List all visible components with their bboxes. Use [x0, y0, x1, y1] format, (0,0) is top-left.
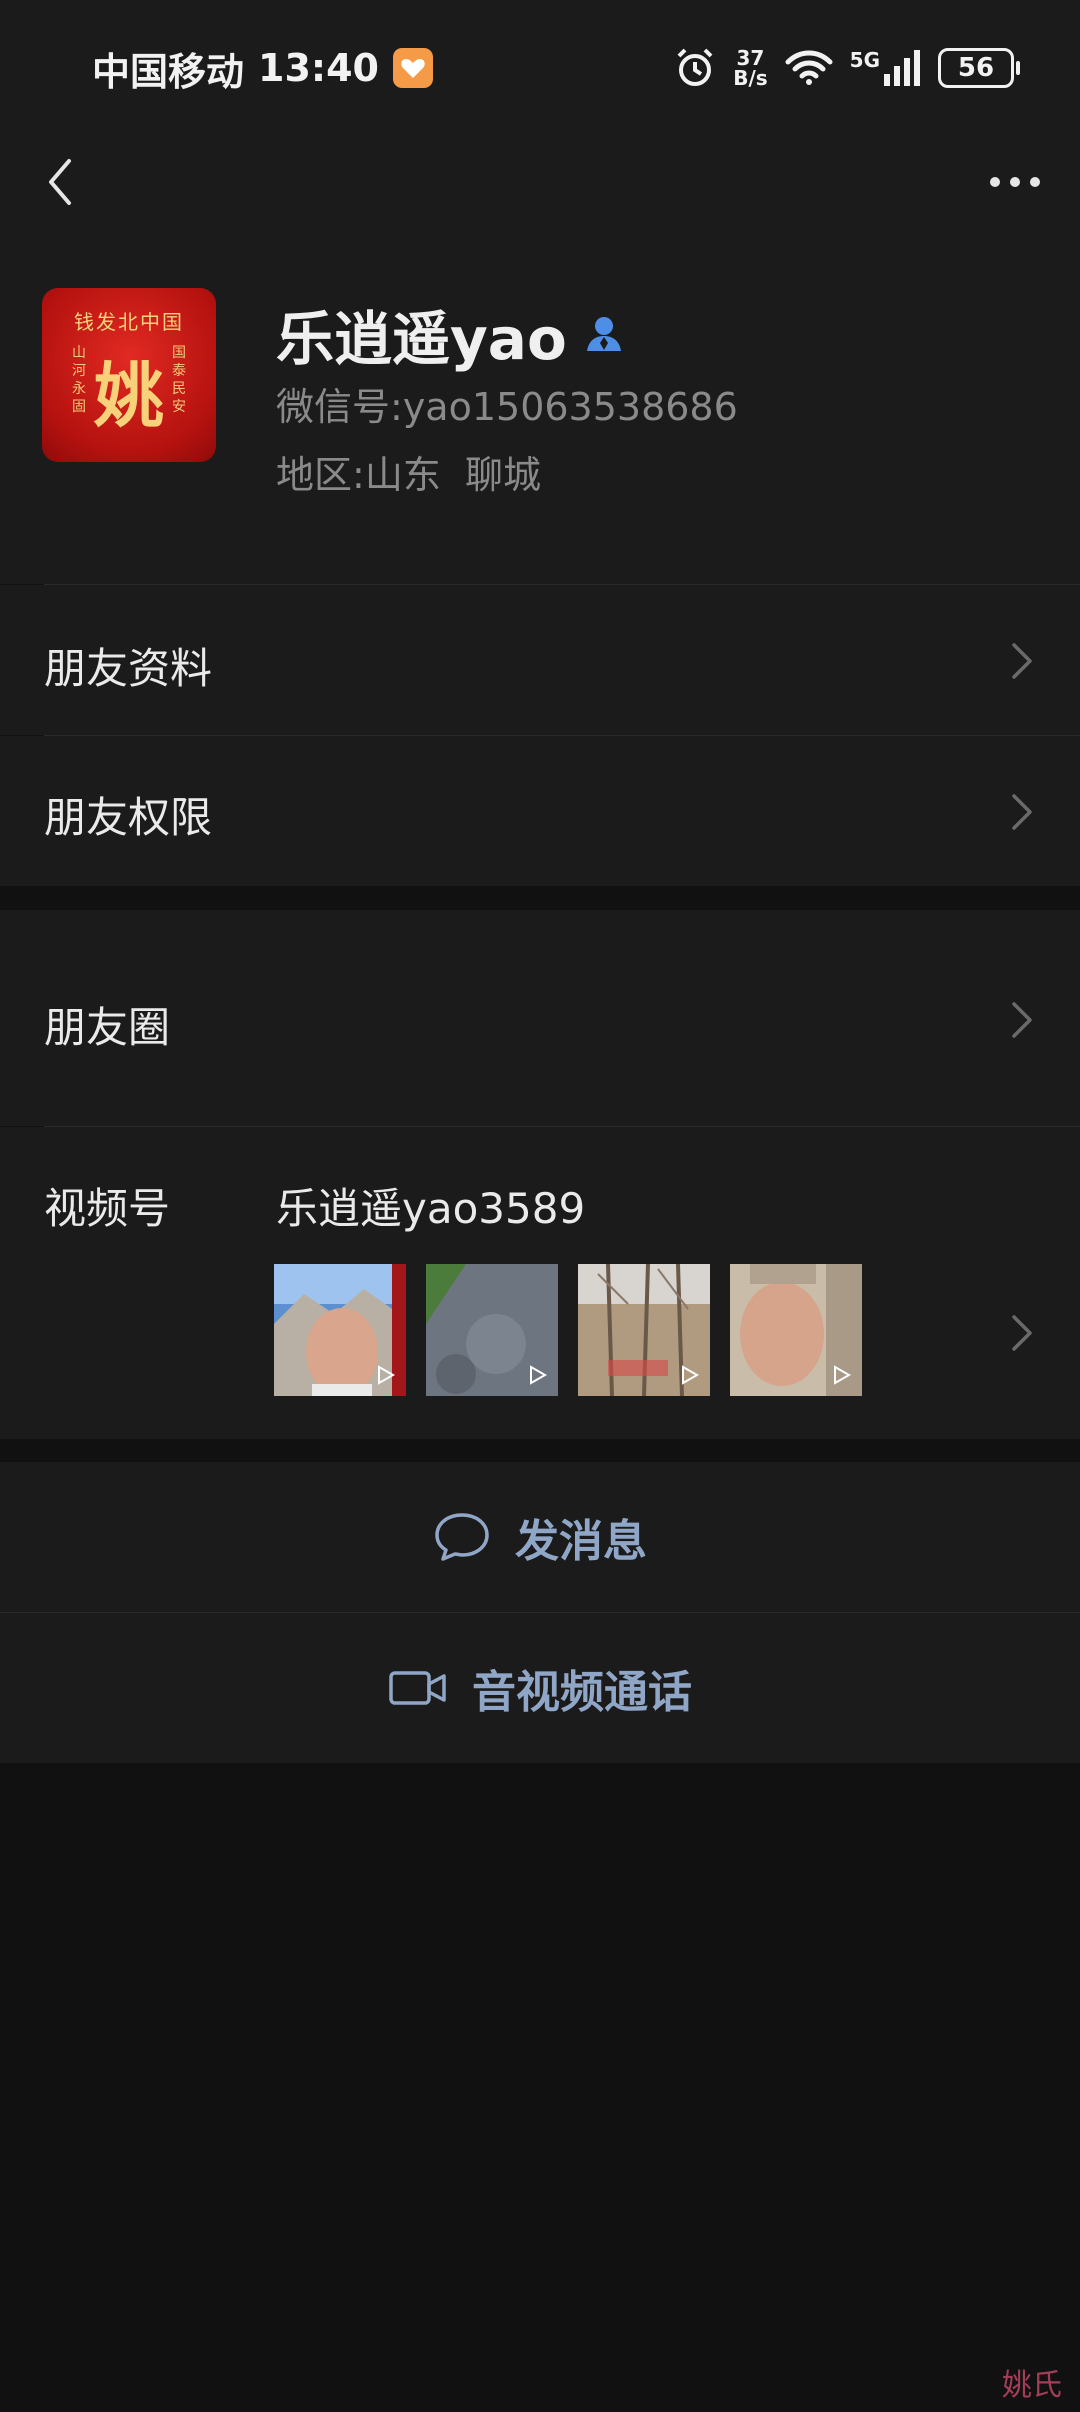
net-speed-value: 37	[736, 46, 765, 70]
video-thumbnail[interactable]	[426, 1264, 558, 1396]
battery-indicator: 56	[938, 48, 1020, 88]
nickname: 乐逍遥yao	[276, 292, 625, 376]
chevron-right-icon	[1012, 794, 1032, 830]
back-button[interactable]	[30, 152, 90, 212]
verified-person-icon	[586, 317, 621, 351]
channel-video-thumbnails	[274, 1264, 862, 1396]
region-label: 地区:	[276, 453, 365, 497]
video-thumbnail[interactable]	[730, 1264, 862, 1396]
play-icon	[378, 1365, 396, 1385]
wechat-id-value: yao15063538686	[402, 385, 738, 429]
battery-level: 56	[957, 53, 995, 83]
send-message-button[interactable]: 发消息	[0, 1462, 1080, 1612]
chat-bubble-icon	[435, 1513, 489, 1561]
screen: 中国移动 13:40 37 B/s 5G 56 钱发北中国 山河永固 姚 国泰民…	[0, 0, 1080, 2412]
avatar[interactable]: 钱发北中国 山河永固 姚 国泰民安	[42, 288, 216, 462]
wechat-id-line: 微信号:yao15063538686	[276, 376, 738, 431]
net-speed-unit: B/s	[733, 66, 768, 90]
chevron-right-icon	[1012, 1002, 1032, 1038]
channels-label: 视频号	[44, 1184, 171, 1233]
heart-badge-icon	[392, 48, 433, 88]
wifi-icon	[785, 50, 833, 85]
send-message-label: 发消息	[515, 1516, 647, 1567]
network-type: 5G	[849, 48, 880, 72]
friend-info-row[interactable]: 朋友资料	[0, 585, 1080, 735]
chevron-right-icon	[1012, 1315, 1032, 1351]
play-icon	[530, 1365, 548, 1385]
region-line: 地区:山东 聊城	[276, 444, 541, 499]
status-bar: 中国移动 13:40 37 B/s 5G 56	[0, 0, 1080, 136]
avatar-banner-text: 钱发北中国	[74, 310, 184, 334]
channels-name: 乐逍遥yao3589	[276, 1184, 586, 1233]
video-camera-icon	[389, 1671, 446, 1705]
more-dots-icon	[990, 177, 1040, 187]
more-options-button[interactable]	[980, 152, 1050, 212]
av-call-label: 音视频通话	[472, 1667, 692, 1718]
region-value: 山东 聊城	[364, 453, 541, 497]
av-call-button[interactable]: 音视频通话	[0, 1613, 1080, 1763]
nav-bar	[0, 136, 1080, 226]
chevron-right-icon	[1012, 643, 1032, 679]
heart-icon	[401, 59, 425, 78]
alarm-icon	[677, 48, 713, 86]
net-speed: 37 B/s	[733, 48, 767, 88]
friend-permissions-label: 朋友权限	[44, 793, 213, 842]
play-icon	[682, 1365, 700, 1385]
nickname-text: 乐逍遥yao	[276, 305, 567, 373]
profile-header: 钱发北中国 山河永固 姚 国泰民安 乐逍遥yao 微信号:yao15063538…	[0, 226, 1080, 584]
friend-permissions-row[interactable]: 朋友权限	[0, 736, 1080, 886]
carrier-name: 中国移动	[92, 49, 245, 94]
avatar-right-text: 国泰民安	[172, 345, 186, 415]
friend-info-label: 朋友资料	[44, 644, 213, 693]
status-left: 中国移动 13:40	[92, 40, 433, 96]
play-icon	[834, 1365, 852, 1385]
watermark: 姚氏	[1002, 2368, 1062, 2403]
video-thumbnail[interactable]	[578, 1264, 710, 1396]
chevron-left-icon	[49, 159, 71, 205]
status-right: 37 B/s 5G 56	[673, 40, 1020, 96]
cell-signal: 5G	[850, 48, 922, 88]
status-time: 13:40	[258, 46, 379, 90]
video-thumbnail[interactable]	[274, 1264, 406, 1396]
moments-label: 朋友圈	[44, 1003, 171, 1052]
signal-bars-icon	[884, 50, 920, 86]
moments-row[interactable]: 朋友圈	[0, 910, 1080, 1126]
wechat-id-label: 微信号:	[276, 385, 403, 429]
